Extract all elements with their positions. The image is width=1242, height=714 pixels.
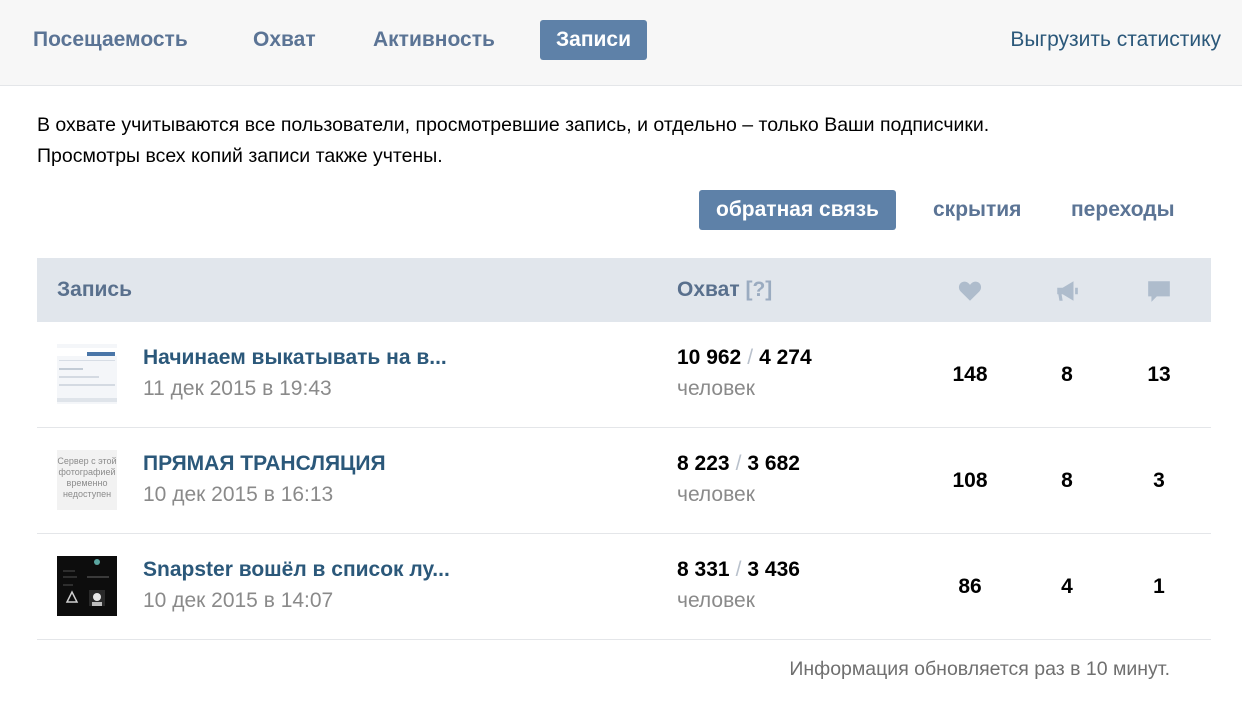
posts-table-header: Запись Охват [?] bbox=[37, 258, 1211, 322]
tab-posts[interactable]: Записи bbox=[540, 20, 648, 60]
column-reach-header: Охват [?] bbox=[677, 258, 772, 322]
post-title-link[interactable]: Начинаем выкатывать на в... bbox=[143, 346, 447, 370]
reach-help-link[interactable]: [?] bbox=[745, 278, 772, 301]
reach-total: 8 331 bbox=[677, 558, 730, 581]
post-date: 10 дек 2015 в 14:07 bbox=[143, 589, 334, 612]
post-thumbnail-image bbox=[57, 556, 117, 616]
reach-separator: / bbox=[735, 452, 742, 475]
reach-unit: человек bbox=[677, 483, 755, 506]
reach-values: 8 223/3 682 bbox=[677, 452, 800, 476]
update-frequency-note: Информация обновляется раз в 10 минут. bbox=[789, 658, 1170, 680]
reach-header-label: Охват bbox=[677, 278, 740, 301]
post-date: 10 дек 2015 в 16:13 bbox=[143, 483, 334, 506]
shares-count: 4 bbox=[1061, 575, 1073, 598]
likes-count: 148 bbox=[952, 363, 988, 386]
post-thumbnail[interactable] bbox=[57, 556, 117, 616]
thumbnail-text-line: Сервер с этой bbox=[57, 456, 117, 466]
filter-hides-button[interactable]: скрытия bbox=[933, 190, 1021, 230]
post-title-link[interactable]: ПРЯМАЯ ТРАНСЛЯЦИЯ bbox=[143, 452, 386, 476]
tab-reach[interactable]: Охват bbox=[253, 20, 316, 60]
reach-description: В охвате учитываются все пользователи, п… bbox=[37, 110, 1217, 172]
column-post-header: Запись bbox=[57, 278, 133, 301]
reach-separator: / bbox=[735, 558, 742, 581]
reach-subscribers: 4 274 bbox=[759, 346, 812, 369]
thumbnail-text-line: недоступен bbox=[62, 489, 112, 499]
reach-unit: человек bbox=[677, 589, 755, 612]
thumbnail-placeholder-text: Сервер с этой фотографией временно недос… bbox=[57, 450, 117, 500]
description-line-2: Просмотры всех копий записи также учтены… bbox=[37, 145, 443, 167]
heart-icon bbox=[958, 281, 982, 301]
tab-attendance[interactable]: Посещаемость bbox=[33, 20, 188, 60]
comments-count: 1 bbox=[1153, 575, 1165, 598]
filter-clicks-button[interactable]: переходы bbox=[1071, 190, 1175, 230]
post-date: 11 дек 2015 в 19:43 bbox=[143, 377, 332, 400]
reach-values: 10 962/4 274 bbox=[677, 346, 812, 370]
reach-total: 10 962 bbox=[677, 346, 742, 369]
reach-unit: человек bbox=[677, 377, 755, 400]
post-title-link[interactable]: Snapster вошёл в список лу... bbox=[143, 558, 450, 582]
post-thumbnail-image bbox=[57, 344, 117, 404]
table-row: Snapster вошёл в список лу... 10 дек 201… bbox=[37, 534, 1211, 640]
reach-subscribers: 3 436 bbox=[747, 558, 800, 581]
post-thumbnail[interactable]: Сервер с этой фотографией временно недос… bbox=[57, 450, 117, 510]
table-row: Начинаем выкатывать на в... 11 дек 2015 … bbox=[37, 322, 1211, 428]
shares-count: 8 bbox=[1061, 469, 1073, 492]
likes-count: 108 bbox=[952, 469, 988, 492]
export-stats-link[interactable]: Выгрузить статистику bbox=[1010, 20, 1221, 60]
shares-count: 8 bbox=[1061, 363, 1073, 386]
comment-icon bbox=[1148, 281, 1170, 302]
comments-count: 13 bbox=[1147, 363, 1171, 386]
thumbnail-text-line: временно bbox=[66, 478, 108, 488]
tab-activity[interactable]: Активность bbox=[373, 20, 495, 60]
reach-values: 8 331/3 436 bbox=[677, 558, 800, 582]
megaphone-icon bbox=[1057, 281, 1078, 301]
reach-separator: / bbox=[747, 346, 754, 369]
comments-count: 3 bbox=[1153, 469, 1165, 492]
stats-tabs-bar: Посещаемость Охват Активность Записи Выг… bbox=[0, 0, 1242, 86]
reach-subscribers: 3 682 bbox=[747, 452, 800, 475]
description-line-1: В охвате учитываются все пользователи, п… bbox=[37, 114, 990, 136]
reach-total: 8 223 bbox=[677, 452, 730, 475]
likes-count: 86 bbox=[958, 575, 982, 598]
table-row: Сервер с этой фотографией временно недос… bbox=[37, 428, 1211, 534]
post-thumbnail[interactable] bbox=[57, 344, 117, 404]
filter-feedback-button[interactable]: обратная связь bbox=[699, 190, 896, 230]
thumbnail-text-line: фотографией bbox=[58, 467, 116, 477]
